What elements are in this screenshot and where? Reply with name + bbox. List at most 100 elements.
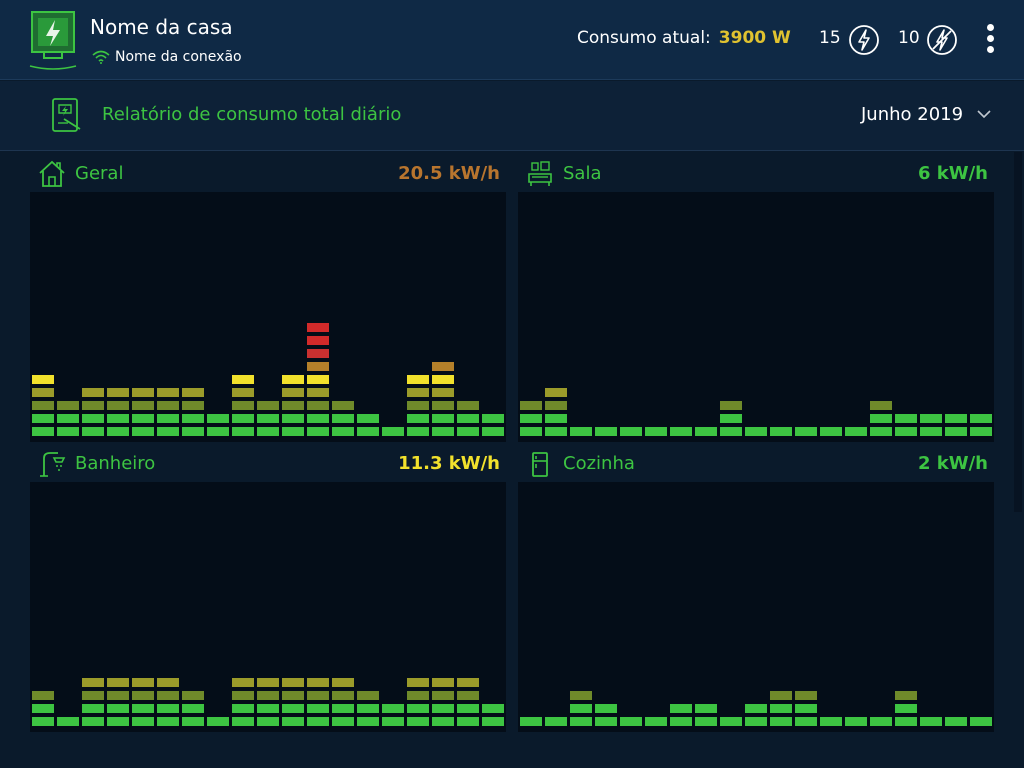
app-logo-icon <box>29 11 77 70</box>
top-bar: Nome da casa Nome da conexão Consumo atu… <box>0 0 1024 80</box>
bar-segment <box>670 704 692 713</box>
bar-segment <box>82 414 104 423</box>
bar-segment <box>257 427 279 436</box>
bar-segment <box>57 401 79 410</box>
bar-segment <box>57 427 79 436</box>
lightning-off-icon[interactable] <box>926 24 958 56</box>
bar-segment <box>695 427 717 436</box>
bar-segment <box>82 717 104 726</box>
bar-segment <box>157 427 179 436</box>
bar-segment <box>132 678 154 687</box>
panel-name: Sala <box>563 163 602 184</box>
bar-segment <box>695 717 717 726</box>
bar-segment <box>432 691 454 700</box>
bar-segment <box>282 401 304 410</box>
chart-svg <box>32 323 504 436</box>
bar-segment <box>182 704 204 713</box>
house-icon <box>39 160 65 187</box>
chart-svg <box>32 678 504 726</box>
panel-total: 11.3 kW/h <box>398 453 500 474</box>
wifi-icon <box>92 50 110 64</box>
bar-segment <box>895 717 917 726</box>
bar-segment <box>32 427 54 436</box>
bar-segment <box>920 427 942 436</box>
bar-segment <box>407 388 429 397</box>
bar-segment <box>282 375 304 384</box>
panel-name: Geral <box>75 163 124 184</box>
bar-segment <box>570 704 592 713</box>
bar-segment <box>32 414 54 423</box>
bar-segment <box>595 717 617 726</box>
bar-segment <box>357 414 379 423</box>
bar-segment <box>232 427 254 436</box>
bar-segment <box>745 704 767 713</box>
bar-segment <box>232 678 254 687</box>
bar-segment <box>457 427 479 436</box>
bar-segment <box>157 704 179 713</box>
bar-segment <box>282 427 304 436</box>
bar-segment <box>870 717 892 726</box>
bar-segment <box>770 427 792 436</box>
bar-segment <box>432 414 454 423</box>
panel-banheiro: Banheiro 11.3 kW/h <box>30 442 506 732</box>
month-selector[interactable]: Junho 2019 <box>861 104 991 125</box>
bar-segment <box>157 388 179 397</box>
bar-segment <box>720 427 742 436</box>
report-tablet-icon <box>52 98 81 132</box>
bar-segment <box>282 704 304 713</box>
bar-segment <box>520 414 542 423</box>
panel-name: Banheiro <box>75 453 156 474</box>
bar-segment <box>545 388 567 397</box>
bar-segment <box>407 704 429 713</box>
bar-segment <box>570 427 592 436</box>
bar-segment <box>545 414 567 423</box>
bar-chart <box>30 192 506 442</box>
bar-segment <box>332 704 354 713</box>
bar-segment <box>970 717 992 726</box>
bar-segment <box>407 691 429 700</box>
bar-segment <box>232 414 254 423</box>
scrollbar[interactable] <box>1014 152 1022 512</box>
bar-segment <box>232 704 254 713</box>
more-menu-button[interactable] <box>978 22 1002 58</box>
bar-segment <box>82 691 104 700</box>
bar-segment <box>132 717 154 726</box>
bar-segment <box>645 717 667 726</box>
bar-segment <box>107 717 129 726</box>
bar-segment <box>670 427 692 436</box>
bar-segment <box>432 427 454 436</box>
bar-segment <box>457 704 479 713</box>
lightning-icon[interactable] <box>848 24 880 56</box>
bar-segment <box>720 414 742 423</box>
bar-segment <box>332 414 354 423</box>
bar-segment <box>157 717 179 726</box>
bar-segment <box>107 678 129 687</box>
bar-segment <box>432 388 454 397</box>
bar-segment <box>870 427 892 436</box>
bar-segment <box>307 427 329 436</box>
bar-segment <box>257 401 279 410</box>
bar-segment <box>257 704 279 713</box>
bar-segment <box>307 375 329 384</box>
bar-segment <box>570 717 592 726</box>
chart-svg <box>520 388 992 436</box>
consumption-value: 3900 W <box>718 28 791 48</box>
bar-segment <box>232 388 254 397</box>
bar-segment <box>307 349 329 358</box>
chart-svg <box>520 691 992 726</box>
bar-segment <box>282 678 304 687</box>
bar-segment <box>132 691 154 700</box>
bar-segment <box>307 401 329 410</box>
bar-segment <box>107 704 129 713</box>
bar-segment <box>895 427 917 436</box>
bar-segment <box>232 375 254 384</box>
bar-segment <box>332 691 354 700</box>
bar-segment <box>32 691 54 700</box>
bar-segment <box>257 414 279 423</box>
panel-total: 20.5 kW/h <box>398 163 500 184</box>
panel-cozinha: Cozinha 2 kW/h <box>518 442 994 732</box>
panel-geral: Geral 20.5 kW/h <box>30 152 506 442</box>
bar-segment <box>545 717 567 726</box>
bar-segment <box>645 427 667 436</box>
bar-segment <box>407 375 429 384</box>
